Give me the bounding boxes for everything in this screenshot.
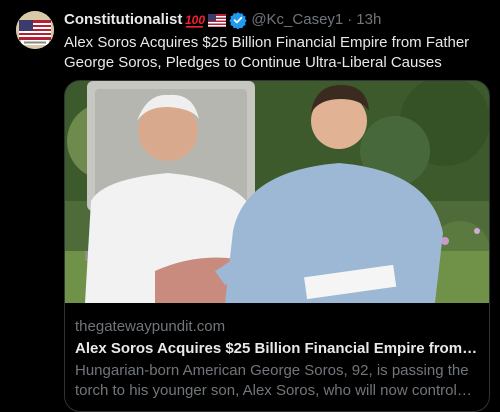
us-flag-icon — [208, 13, 227, 27]
author-avatar[interactable] — [16, 11, 54, 49]
separator-dot: · — [347, 11, 353, 28]
flag-avatar-icon — [16, 11, 54, 49]
svg-text:100: 100 — [185, 13, 205, 27]
author-handle[interactable]: @Kc_Casey1 — [251, 10, 343, 30]
tweet-text: Alex Soros Acquires $25 Billion Financia… — [64, 34, 470, 71]
verified-badge-icon[interactable] — [229, 11, 247, 29]
author-display-name[interactable]: Constitutionalist — [64, 10, 182, 30]
hundred-points-icon: 100 — [185, 11, 205, 29]
card-description: Hungarian-born American George Soros, 92… — [75, 362, 469, 399]
card-title: Alex Soros Acquires $25 Billion Financia… — [75, 340, 479, 357]
link-preview-card[interactable]: thegatewaypundit.com Alex Soros Acquires… — [64, 80, 490, 412]
tweet-header: Constitutionalist 100 @Kc_Casey1 · 13h — [64, 10, 490, 30]
tweet-timestamp[interactable]: 13h — [356, 10, 381, 30]
card-domain: thegatewaypundit.com — [75, 318, 226, 335]
tweet[interactable]: Constitutionalist 100 @Kc_Casey1 · 13h A… — [0, 0, 500, 412]
photo-two-men-garden — [65, 81, 489, 303]
card-image[interactable] — [65, 81, 489, 303]
